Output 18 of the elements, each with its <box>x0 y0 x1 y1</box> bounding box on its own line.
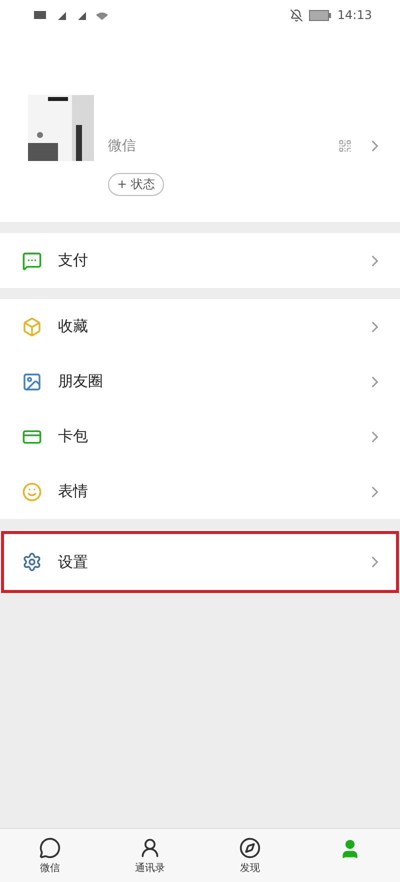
clock-time: 14:13 <box>337 8 372 22</box>
menu-label: 卡包 <box>58 427 89 446</box>
menu-label: 表情 <box>58 482 89 501</box>
menu-row[interactable]: 收藏 <box>0 299 400 354</box>
tab[interactable]: 微信 <box>0 829 100 882</box>
menu-label: 朋友圈 <box>58 372 104 391</box>
menu-label: 设置 <box>58 552 89 572</box>
menu-row[interactable]: 设置 <box>0 530 400 594</box>
menu-label: 收藏 <box>58 317 89 336</box>
status-button[interactable]: + 状态 <box>108 173 164 196</box>
menu-row[interactable]: 表情 <box>0 464 400 519</box>
menu-row[interactable]: 朋友圈 <box>0 354 400 409</box>
menu-row[interactable]: 支付 <box>0 233 400 288</box>
menu-row[interactable]: 卡包 <box>0 409 400 464</box>
wechat-id-label: 微信 <box>108 137 137 156</box>
tab[interactable]: 通讯录 <box>100 829 200 882</box>
menu-label: 支付 <box>58 251 89 270</box>
tab[interactable]: 发现 <box>200 829 300 882</box>
